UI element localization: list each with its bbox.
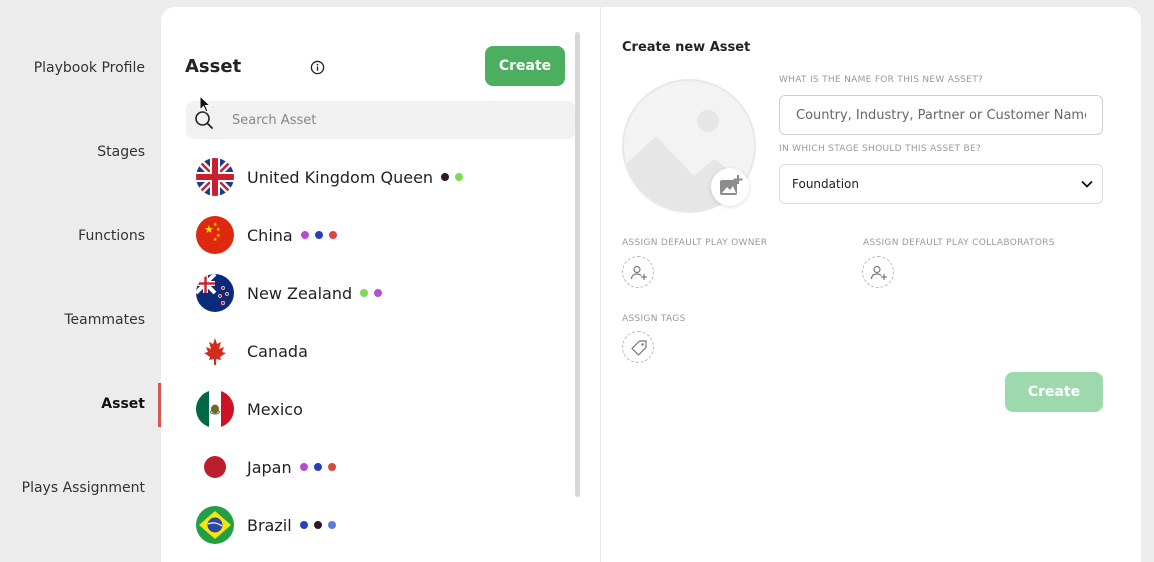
list-item-canada[interactable]: Canada [196, 331, 308, 371]
nav-item-stages[interactable]: Stages [97, 144, 145, 160]
search-asset-field [186, 101, 576, 139]
tag-icon [631, 340, 647, 356]
add-image-button[interactable] [711, 168, 749, 206]
asset-name: China [247, 225, 293, 245]
nav-item-plays-assignment[interactable]: Plays Assignment [22, 480, 145, 496]
left-navigation: Playbook Profile Stages Functions Teamma… [0, 0, 161, 562]
tag-dot [314, 231, 323, 239]
tag-dot [374, 289, 383, 297]
tag-dots [300, 231, 337, 239]
play-collaborators-label: ASSIGN DEFAULT PLAY COLLABORATORS [863, 238, 1055, 248]
stage-label: IN WHICH STAGE SHOULD THIS ASSET BE? [779, 144, 982, 154]
tags-label: ASSIGN TAGS [622, 314, 686, 324]
tag-dot [360, 289, 369, 297]
list-item-mexico[interactable]: Mexico [196, 389, 303, 429]
asset-name: Brazil [247, 515, 292, 535]
asset-list-scrollbar[interactable] [575, 32, 580, 497]
tag-dot [313, 463, 322, 471]
asset-name: United Kingdom Queen [247, 167, 434, 187]
asset-name-label: WHAT IS THE NAME FOR THIS NEW ASSET? [779, 75, 984, 85]
assign-collaborators-button[interactable] [862, 256, 894, 288]
nav-item-playbook-profile[interactable]: Playbook Profile [34, 60, 145, 76]
nav-item-teammates[interactable]: Teammates [64, 312, 145, 328]
add-user-icon [870, 265, 887, 280]
nav-item-asset[interactable]: Asset [101, 396, 145, 412]
search-input[interactable] [232, 101, 562, 139]
add-user-icon [630, 265, 647, 280]
uk-flag-icon [196, 158, 234, 196]
create-asset-button[interactable]: Create [485, 46, 565, 86]
assign-tags-button[interactable] [622, 331, 654, 363]
asset-name: New Zealand [247, 283, 353, 303]
main-card: Asset Create Search Asset United Kingdom… [161, 7, 1141, 562]
tag-dot [327, 463, 336, 471]
create-asset-form-title: Create new Asset [622, 40, 751, 55]
tag-dot [441, 173, 450, 181]
japan-flag-icon [196, 448, 234, 486]
search-icon [195, 111, 213, 129]
list-item-united-kingdom-queen[interactable]: United Kingdom Queen [196, 157, 464, 197]
china-flag-icon: ★ ★ ★ ★ ★ [196, 216, 234, 254]
tag-dot [313, 521, 322, 529]
create-asset-submit-button[interactable]: Create [1005, 372, 1103, 412]
new-zealand-flag-icon [196, 274, 234, 312]
chevron-down-icon [1081, 180, 1093, 188]
list-item-brazil[interactable]: Brazil [196, 505, 336, 545]
tag-dots [299, 521, 336, 529]
nav-item-functions[interactable]: Functions [78, 228, 145, 244]
tag-dot [327, 521, 336, 529]
stage-dropdown[interactable]: Foundation [779, 164, 1103, 204]
mexico-flag-icon [196, 390, 234, 428]
canada-flag-icon [196, 332, 234, 370]
add-image-icon [720, 175, 743, 195]
list-item-china[interactable]: ★ ★ ★ ★ ★ China [196, 215, 337, 255]
stage-selected-value: Foundation [792, 177, 859, 191]
mouse-cursor-icon [199, 95, 211, 113]
list-item-japan[interactable]: Japan [196, 447, 336, 487]
asset-name: Canada [247, 341, 308, 361]
tag-dot [299, 463, 308, 471]
asset-panel-title: Asset [185, 56, 242, 77]
asset-name: Mexico [247, 399, 303, 419]
asset-list-panel: Asset Create Search Asset United Kingdom… [161, 7, 601, 562]
tag-dot [455, 173, 464, 181]
svg-text:★: ★ [213, 237, 218, 243]
tag-dot [300, 231, 309, 239]
play-owner-label: ASSIGN DEFAULT PLAY OWNER [622, 238, 768, 248]
tag-dots [360, 289, 383, 297]
tag-dots [299, 463, 336, 471]
asset-name: Japan [247, 457, 292, 477]
tag-dot [328, 231, 337, 239]
asset-name-input[interactable] [779, 95, 1103, 135]
assign-owner-button[interactable] [622, 256, 654, 288]
info-icon[interactable] [310, 60, 325, 75]
tag-dot [299, 521, 308, 529]
list-item-new-zealand[interactable]: New Zealand [196, 273, 383, 313]
brazil-flag-icon [196, 506, 234, 544]
tag-dots [441, 173, 464, 181]
